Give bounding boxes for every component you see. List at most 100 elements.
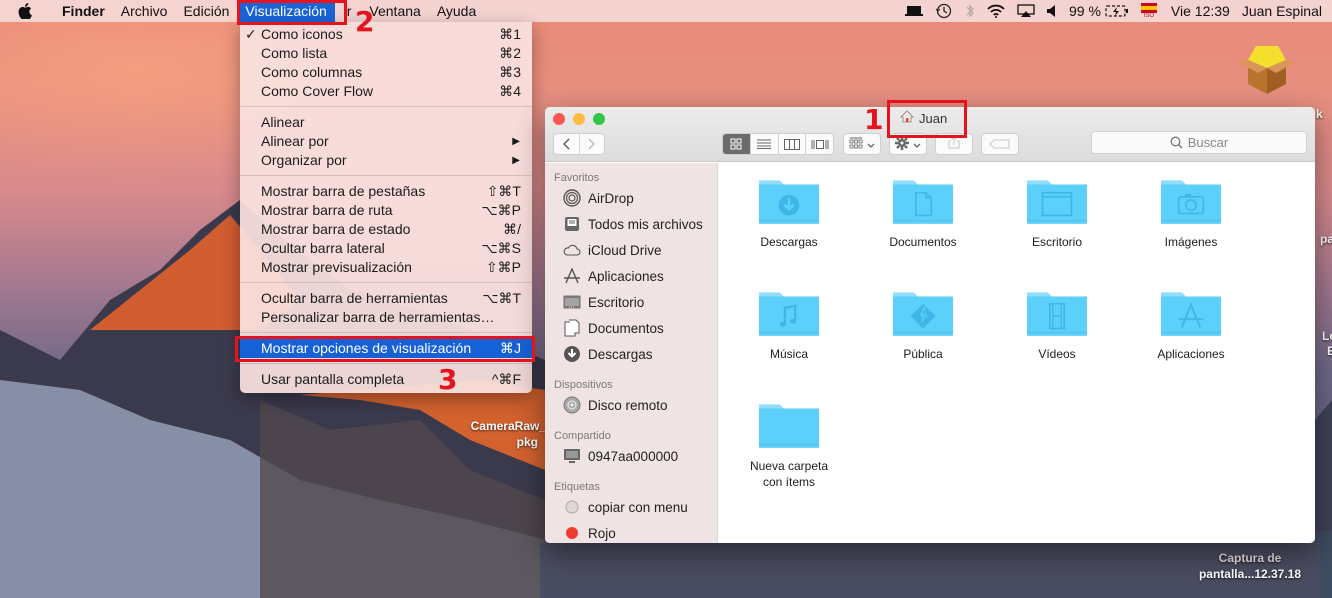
sidebar-item-rojo[interactable]: Rojo (545, 520, 717, 543)
folder-item[interactable]: Pública (863, 287, 983, 362)
wifi-icon[interactable] (987, 4, 1005, 18)
tags-button[interactable] (981, 133, 1019, 155)
bluetooth-icon[interactable] (965, 3, 975, 19)
shortcut: ^⌘F (491, 371, 521, 387)
shortcut: ⌥⌘S (481, 240, 521, 256)
battery-percent[interactable]: 99 % (1069, 3, 1101, 19)
menu-item-pantalla-completa[interactable]: Usar pantalla completa ^⌘F (240, 370, 532, 389)
volume-icon[interactable] (1047, 5, 1057, 17)
menu-item-barra-pestanas[interactable]: Mostrar barra de pestañas ⇧⌘T (240, 182, 532, 201)
annotation-number-2: 2 (355, 5, 375, 38)
menu-ayuda[interactable]: Ayuda (429, 0, 484, 22)
menu-item-barra-estado[interactable]: Mostrar barra de estado ⌘/ (240, 220, 532, 239)
desktop-icon (563, 293, 581, 311)
list-view-button[interactable] (749, 134, 778, 154)
sidebar-item-disco-remoto[interactable]: Disco remoto (545, 392, 717, 418)
sidebar-item-aplicaciones[interactable]: Aplicaciones (545, 263, 717, 289)
annotation-box-2 (237, 0, 347, 25)
sidebar-item-descargas[interactable]: Descargas (545, 341, 717, 367)
menu-item-ocultar-barra-herramientas[interactable]: Ocultar barra de herramientas ⌥⌘T (240, 289, 532, 308)
shortcut: ⌘/ (503, 221, 521, 237)
column-view-button[interactable] (777, 134, 806, 154)
menu-item-como-cover-flow[interactable]: Como Cover Flow ⌘4 (240, 82, 532, 101)
submenu-arrow-icon: ▶ (512, 136, 520, 147)
clock[interactable]: Vie 12:39 (1171, 3, 1230, 19)
menu-finder[interactable]: Finder (54, 0, 113, 22)
sidebar-item-escritorio[interactable]: Escritorio (545, 289, 717, 315)
sidebar-item-label: Escritorio (588, 294, 645, 310)
checkmark-icon: ✓ (245, 26, 257, 42)
menu-item-como-lista[interactable]: Como lista ⌘2 (240, 44, 532, 63)
close-button[interactable] (553, 113, 565, 125)
folder-item[interactable]: Descargas (729, 175, 849, 250)
menu-item-label: Personalizar barra de herramientas… (261, 309, 495, 325)
desktop-item-label-cameraraw[interactable]: CameraRaw_ pkg (466, 418, 546, 450)
menu-item-alinear[interactable]: Alinear (240, 113, 532, 132)
search-input[interactable]: Buscar (1091, 131, 1307, 154)
folder-item[interactable]: Documentos (863, 175, 983, 250)
sidebar-item-copiar-con-menu[interactable]: copiar con menu (545, 494, 717, 520)
chevron-down-icon (867, 136, 875, 152)
folder-item[interactable]: Escritorio (997, 175, 1117, 250)
sidebar-item-0947aa000000[interactable]: 0947aa000000 (545, 443, 717, 469)
battery-charging-icon[interactable] (1105, 5, 1129, 17)
desktop-edge-fragment: pa (1320, 232, 1332, 246)
sidebar-item-label: 0947aa000000 (588, 448, 679, 464)
desktop-edge-fragment: k (1316, 107, 1323, 121)
time-machine-icon[interactable] (935, 2, 953, 20)
icon-view-button[interactable] (723, 134, 750, 154)
folder-item[interactable]: Música (729, 287, 849, 362)
cover-flow-view-button[interactable] (805, 134, 833, 154)
back-button[interactable] (554, 134, 579, 154)
menu-item-como-columnas[interactable]: Como columnas ⌘3 (240, 63, 532, 82)
menu-item-alinear-por[interactable]: Alinear por ▶ (240, 132, 532, 151)
airdrop-icon (563, 189, 581, 207)
desktop-edge-fragment: E (1327, 344, 1332, 358)
zoom-button[interactable] (593, 113, 605, 125)
menu-item-barra-ruta[interactable]: Mostrar barra de ruta ⌥⌘P (240, 201, 532, 220)
desktop-package-icon[interactable] (1236, 40, 1298, 99)
apple-menu-icon[interactable] (18, 3, 36, 19)
tag-gray-icon (563, 498, 581, 516)
shortcut: ⌘3 (499, 64, 521, 80)
display-icon[interactable] (905, 5, 923, 17)
menu-separator (240, 175, 532, 176)
airplay-icon[interactable] (1017, 4, 1035, 18)
folder-item[interactable]: Aplicaciones (1131, 287, 1251, 362)
folder-item[interactable]: Imágenes (1131, 175, 1251, 250)
sidebar-section-etiquetas: Etiquetas (554, 481, 600, 493)
menu-item-personalizar-barra[interactable]: Personalizar barra de herramientas… (240, 308, 532, 327)
window-controls (553, 113, 613, 125)
arrange-button[interactable] (843, 133, 881, 155)
sidebar-item-todos-mis-archivos[interactable]: Todos mis archivos (545, 211, 717, 237)
desktop-item-label-captura[interactable]: Captura de pantalla...12.37.18 (1190, 550, 1310, 582)
sidebar-item-documentos[interactable]: Documentos (545, 315, 717, 341)
menu-item-label: Como columnas (261, 64, 363, 80)
shortcut: ⌘4 (499, 83, 521, 99)
folder-item[interactable]: Nueva carpeta con ítems (729, 399, 849, 490)
menu-item-como-iconos[interactable]: ✓ Como iconos ⌘1 (240, 25, 532, 44)
shortcut: ⇧⌘P (485, 259, 521, 275)
menu-archivo[interactable]: Archivo (113, 0, 176, 22)
minimize-button[interactable] (573, 113, 585, 125)
sidebar-item-icloud-drive[interactable]: iCloud Drive (545, 237, 717, 263)
sidebar-item-label: Documentos (588, 320, 664, 336)
folder-item[interactable]: Vídeos (997, 287, 1117, 362)
folder-icon (1161, 292, 1221, 336)
input-source-spain-flag-icon[interactable]: ISO (1140, 3, 1157, 19)
forward-button[interactable] (578, 134, 604, 154)
sidebar-section-compartido: Compartido (554, 430, 611, 442)
menu-item-previsualizacion[interactable]: Mostrar previsualización ⇧⌘P (240, 258, 532, 277)
label-line: Captura de (1218, 551, 1282, 565)
arrange-grid-icon (849, 136, 863, 152)
user-name[interactable]: Juan Espinal (1242, 3, 1322, 19)
folder-label: Imágenes (1164, 235, 1218, 249)
menu-item-label: Alinear por (261, 133, 329, 149)
folder-icon (1027, 180, 1087, 224)
menu-separator (240, 282, 532, 283)
menu-item-organizar-por[interactable]: Organizar por ▶ (240, 151, 532, 170)
folder-icon (1161, 180, 1221, 224)
menu-edicion[interactable]: Edición (175, 0, 237, 22)
menu-item-ocultar-barra-lateral[interactable]: Ocultar barra lateral ⌥⌘S (240, 239, 532, 258)
sidebar-item-airdrop[interactable]: AirDrop (545, 185, 717, 211)
